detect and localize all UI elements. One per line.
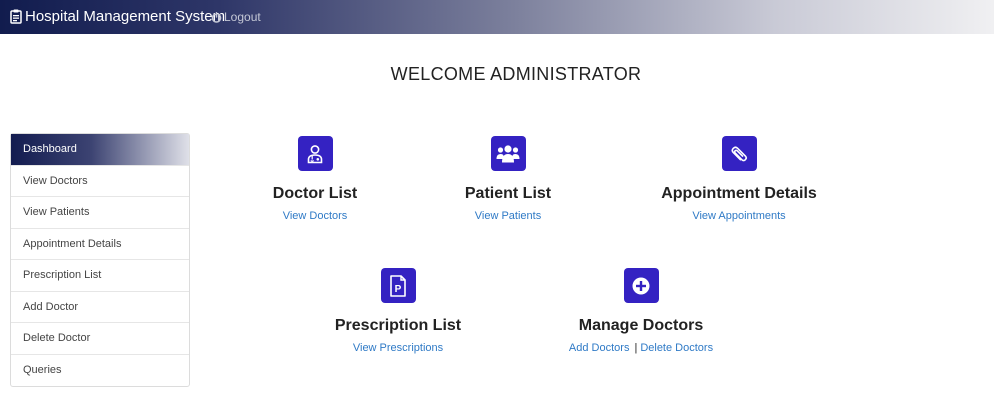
power-icon [211,11,222,23]
view-patients-link[interactable]: View Patients [475,210,541,222]
doctor-list-card: Doctor List View Doctors [215,136,415,222]
appointment-details-title: Appointment Details [661,185,817,202]
prescription-file-icon: P [380,268,416,303]
link-separator: | [634,342,638,354]
patient-list-title: Patient List [464,185,552,202]
sidebar-item-appointment-details[interactable]: Appointment Details [11,229,189,260]
view-doctors-link[interactable]: View Doctors [283,210,348,222]
svg-text:P: P [395,284,402,295]
sidebar-item-prescription-list[interactable]: Prescription List [11,260,189,292]
brand-title: Hospital Management System [25,8,226,25]
sidebar-item-dashboard[interactable]: Dashboard [11,134,189,166]
brand-link[interactable]: Hospital Management System [10,8,225,25]
manage-doctors-card: Manage Doctors Add Doctors | Delete Doctor… [541,268,741,354]
sidebar-item-view-patients[interactable]: View Patients [11,197,189,229]
prescription-list-card: P Prescription List View Prescriptions [298,268,498,354]
appointment-details-card: Appointment Details View Appointments [614,136,864,222]
paperclip-icon [721,136,757,171]
view-appointments-link[interactable]: View Appointments [692,210,785,222]
sidebar-item-add-doctor[interactable]: Add Doctor [11,292,189,323]
sidebar-item-delete-doctor[interactable]: Delete Doctor [11,323,189,355]
top-navbar: Hospital Management System Logout [0,0,994,34]
delete-doctors-link[interactable]: Delete Doctors [640,342,713,354]
view-prescriptions-link[interactable]: View Prescriptions [353,342,443,354]
sidebar-item-view-doctors[interactable]: View Doctors [11,166,189,197]
add-doctors-link[interactable]: Add Doctors [569,342,630,354]
plus-circle-icon [623,268,659,303]
page-title: WELCOME ADMINISTRATOR [390,64,642,84]
clipboard-icon [10,9,22,24]
doctor-list-title: Doctor List [272,185,358,202]
patient-list-card: Patient List View Patients [408,136,608,222]
manage-doctors-title: Manage Doctors [578,317,704,334]
logout-link[interactable]: Logout [211,10,261,24]
doctor-icon [297,136,333,171]
logout-label: Logout [224,10,261,24]
prescription-list-title: Prescription List [334,317,462,334]
users-icon [490,136,526,171]
sidebar-menu: Dashboard View Doctors View Patients App… [10,133,190,387]
sidebar-item-queries[interactable]: Queries [11,355,189,387]
